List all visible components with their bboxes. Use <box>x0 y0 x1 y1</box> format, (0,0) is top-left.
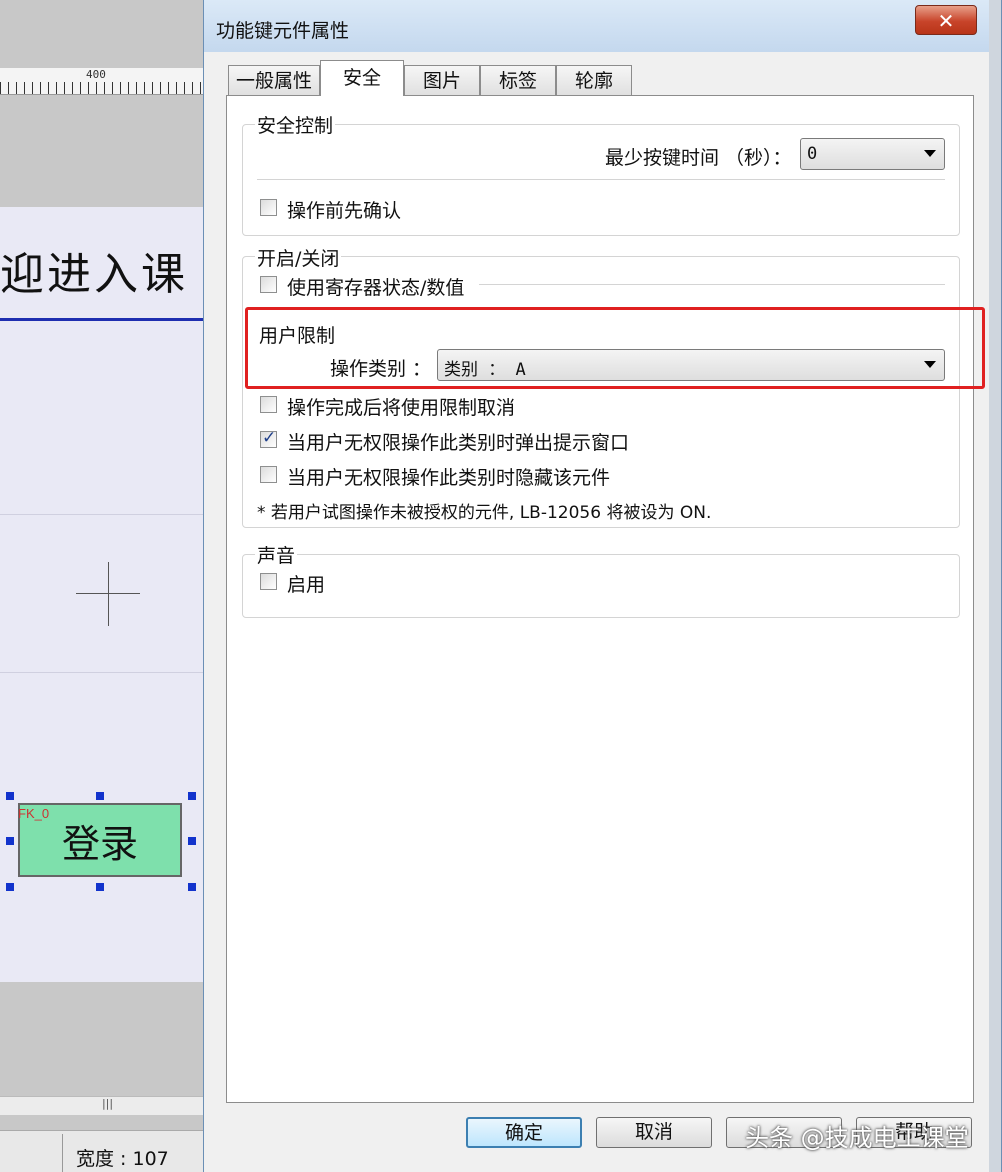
cancel-after-checkbox[interactable] <box>260 396 277 413</box>
resize-handle[interactable] <box>188 837 196 845</box>
popup-label: 当用户无权限操作此类别时弹出提示窗口 <box>287 432 630 454</box>
status-width: 宽度 : 107 <box>76 1148 169 1170</box>
tab-panel: 安全控制 最少按键时间 （秒）： 0 操作前先确认 开启/关闭 使用寄存器状态/… <box>226 95 974 1103</box>
hide-label: 当用户无权限操作此类别时隐藏该元件 <box>287 467 611 489</box>
canvas-separator <box>0 514 215 515</box>
blue-divider-line[interactable] <box>0 318 215 321</box>
horizontal-scrollbar[interactable]: ||| <box>0 1096 215 1115</box>
min-press-time-label: 最少按键时间 （秒）： <box>605 147 792 169</box>
tab-security[interactable]: 安全 <box>320 60 404 96</box>
confirm-label: 操作前先确认 <box>287 200 402 222</box>
close-icon: ✕ <box>937 9 955 33</box>
properties-dialog: 功能键元件属性 ✕ 一般属性 安全 图片 标签 轮廓 安全控制 最少按键时间 （… <box>203 0 1002 1172</box>
welcome-text[interactable]: 迎进入课 <box>0 238 188 302</box>
dialog-title: 功能键元件属性 <box>216 20 350 42</box>
divider <box>479 284 945 285</box>
resize-handle[interactable] <box>6 883 14 891</box>
tab-picture[interactable]: 图片 <box>404 65 480 95</box>
close-button[interactable]: ✕ <box>915 5 977 35</box>
legend-security-control: 安全控制 <box>255 111 336 138</box>
ruler-number: 400 <box>86 68 106 81</box>
cancel-after-label: 操作完成后将使用限制取消 <box>287 397 516 419</box>
hide-checkbox[interactable] <box>260 466 277 483</box>
tab-outline[interactable]: 轮廓 <box>556 65 632 95</box>
register-checkbox[interactable] <box>260 276 277 293</box>
resize-handle[interactable] <box>188 792 196 800</box>
button-tag: FK_0 <box>18 806 50 821</box>
resize-handle[interactable] <box>188 883 196 891</box>
canvas-separator <box>0 672 215 673</box>
tab-general[interactable]: 一般属性 <box>228 65 320 95</box>
min-press-time-select[interactable]: 0 <box>800 138 945 170</box>
dialog-titlebar[interactable]: 功能键元件属性 ✕ <box>204 0 1001 52</box>
cancel-button[interactable]: 取消 <box>596 1117 712 1148</box>
chevron-down-icon <box>924 150 936 157</box>
divider <box>257 179 945 180</box>
legend-sound: 声音 <box>255 541 298 568</box>
resize-handle[interactable] <box>6 837 14 845</box>
unauthorized-note: * 若用户试图操作未被授权的元件, LB-12056 将被设为 ON. <box>257 503 712 523</box>
horizontal-ruler: 400 <box>0 68 215 95</box>
ruler-ticks <box>0 82 215 94</box>
resize-handle[interactable] <box>96 792 104 800</box>
watermark: 头条 @技成电工课堂 <box>745 1124 969 1152</box>
window-edge <box>989 0 1001 1172</box>
ok-button[interactable]: 确定 <box>466 1117 582 1148</box>
min-press-time-value: 0 <box>807 144 818 164</box>
sound-enable-label: 启用 <box>287 574 326 596</box>
legend-on-off: 开启/关闭 <box>255 244 342 271</box>
register-label: 使用寄存器状态/数值 <box>287 277 465 299</box>
highlight-annotation <box>245 307 985 389</box>
group-sound <box>242 554 960 618</box>
tab-label[interactable]: 标签 <box>480 65 556 95</box>
crosshair-icon <box>108 562 109 626</box>
status-divider <box>62 1134 63 1172</box>
resize-handle[interactable] <box>6 792 14 800</box>
editor-area: 400 迎进入课 登录 FK_0 ||| 宽度 : 107 <box>0 0 215 1172</box>
sound-enable-checkbox[interactable] <box>260 573 277 590</box>
resize-handle[interactable] <box>96 883 104 891</box>
confirm-checkbox[interactable] <box>260 199 277 216</box>
popup-checkbox[interactable] <box>260 428 277 448</box>
